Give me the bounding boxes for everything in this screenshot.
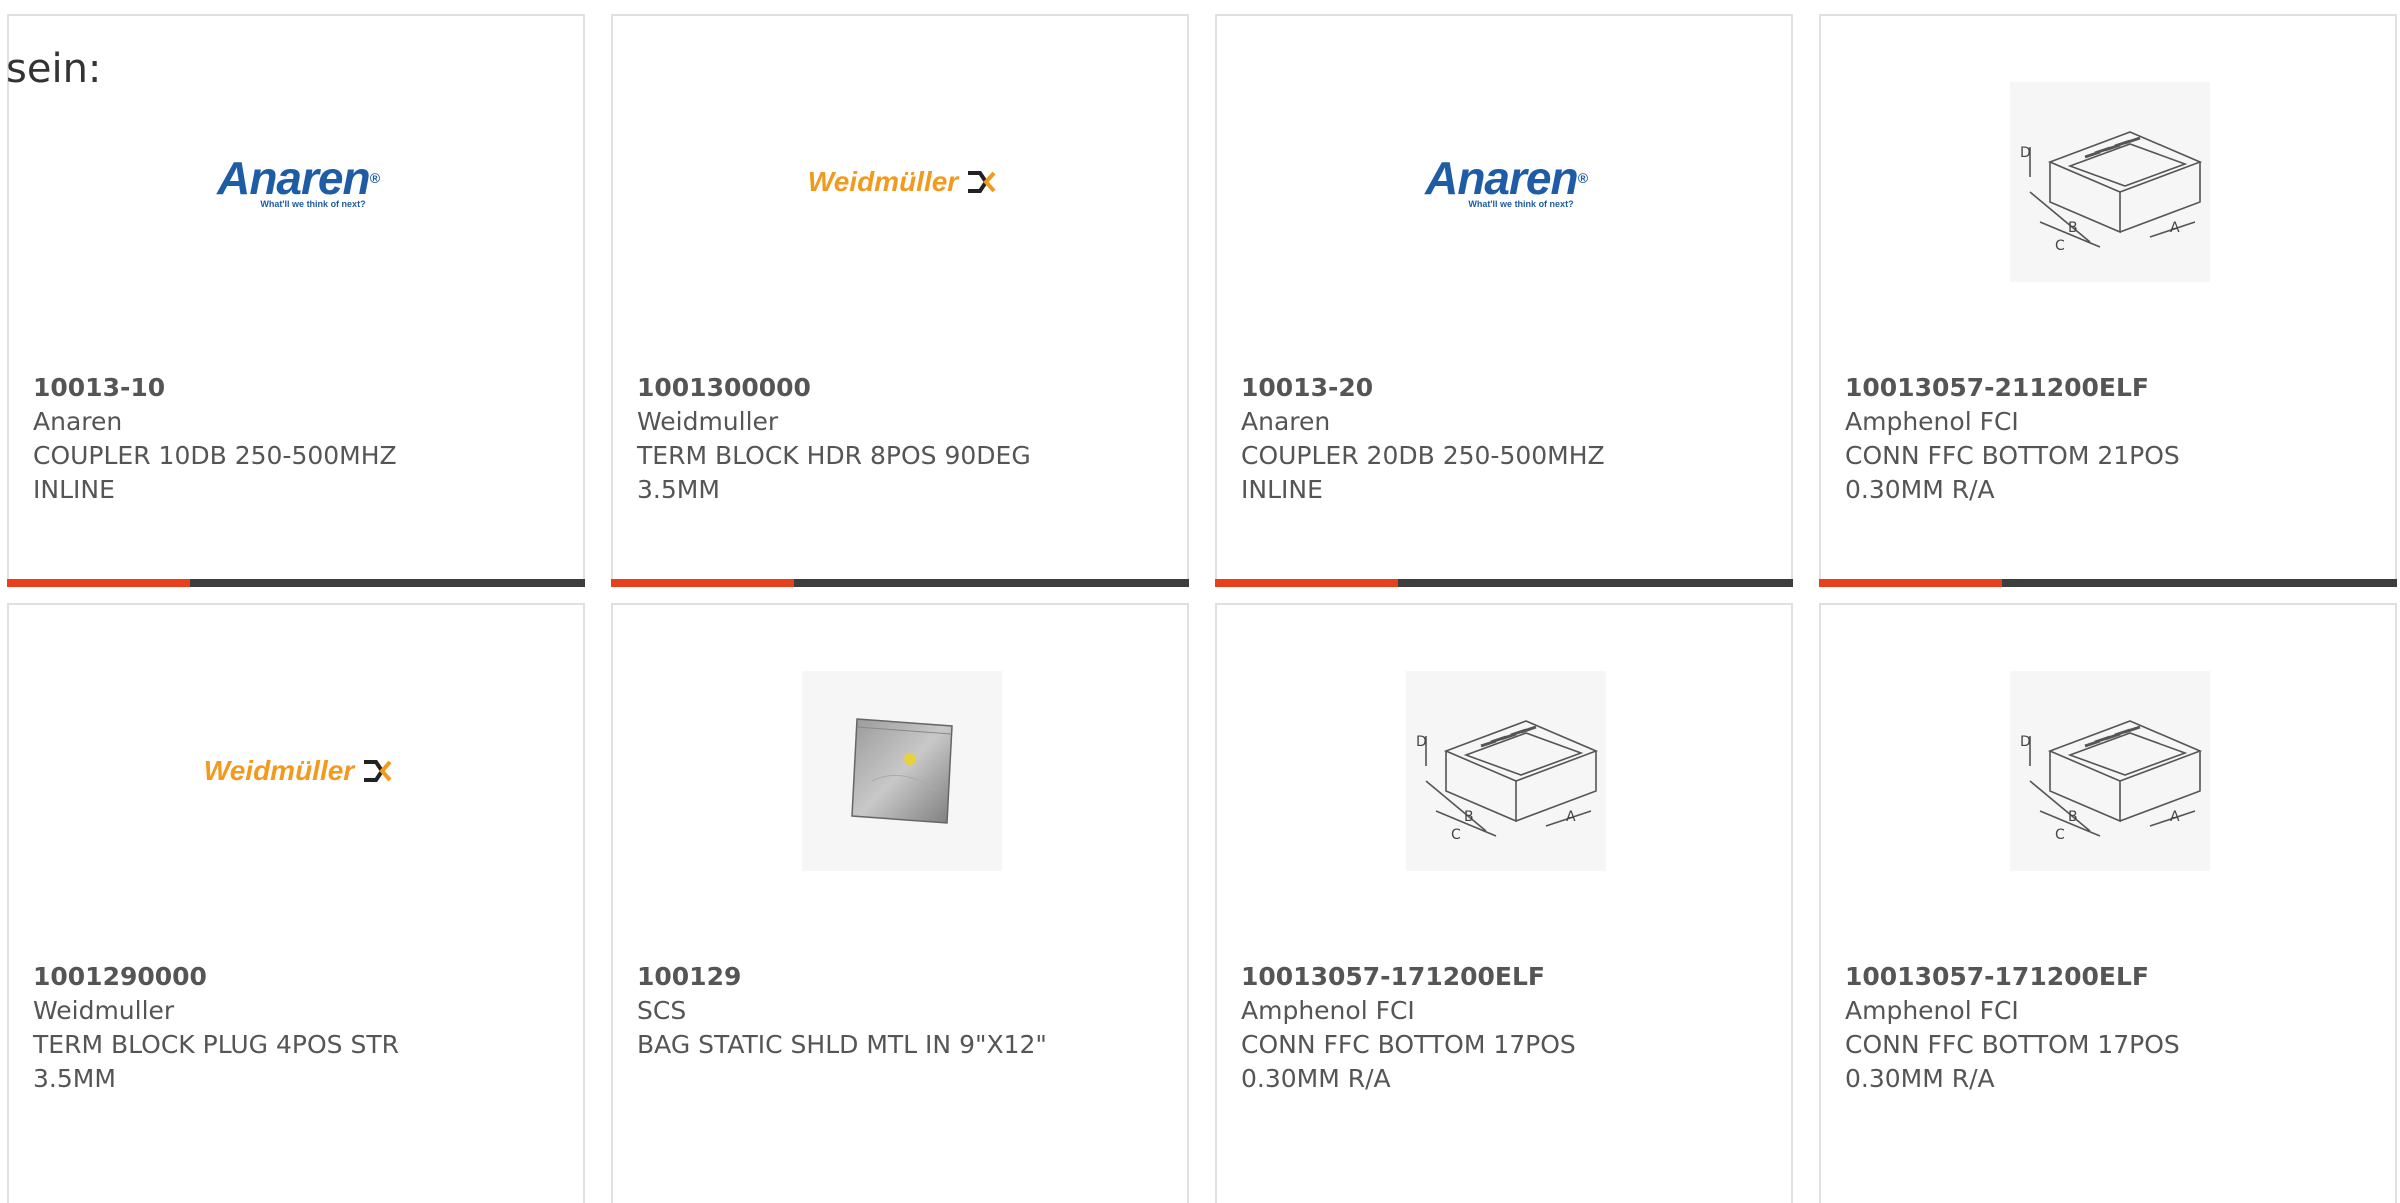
- description-line: COUPLER 20DB 250-500MHZ: [1241, 441, 1605, 470]
- manufacturer: Anaren: [1241, 407, 1331, 436]
- svg-text:B: B: [2068, 220, 2078, 236]
- product-card[interactable]: D B C A 10013057-211200ELF Amphenol FCI …: [1819, 14, 2397, 587]
- ffc-connector-drawing: D B C A: [2020, 131, 2203, 254]
- svg-text:A: A: [1566, 809, 1576, 825]
- manufacturer: SCS: [637, 996, 687, 1025]
- product-card[interactable]: D B C A 10013057-171200ELF Amphenol FCI …: [1819, 603, 2397, 1203]
- manufacturer: Weidmuller: [637, 407, 779, 436]
- card-bar-accent: [1819, 579, 2002, 587]
- product-card[interactable]: Anaren® What'll we think of next? 10013-…: [1215, 14, 1793, 587]
- manufacturer: Amphenol FCI: [1845, 996, 2019, 1025]
- part-number[interactable]: 1001300000: [637, 371, 1031, 405]
- product-card[interactable]: Weidmüller 1001290000 Weidmuller TERM BL…: [7, 603, 585, 1203]
- product-image[interactable]: D B C A: [2010, 671, 2210, 871]
- card-bar: [1215, 579, 1793, 587]
- description-line: COUPLER 10DB 250-500MHZ: [33, 441, 397, 470]
- product-image[interactable]: [802, 671, 1002, 871]
- card-bar: [1819, 579, 2397, 587]
- ffc-connector-drawing: D B C A: [1416, 720, 1599, 843]
- product-card[interactable]: Anaren® What'll we think of next? 10013-…: [7, 14, 585, 587]
- manufacturer: Weidmuller: [33, 996, 175, 1025]
- svg-text:D: D: [2020, 734, 2031, 750]
- part-number[interactable]: 100129: [637, 960, 1047, 994]
- description-line: CONN FFC BOTTOM 17POS: [1845, 1030, 2180, 1059]
- part-number[interactable]: 10013-10: [33, 371, 397, 405]
- part-number[interactable]: 10013057-171200ELF: [1241, 960, 1576, 994]
- part-number[interactable]: 10013-20: [1241, 371, 1605, 405]
- ffc-connector-drawing: D B C A: [2020, 720, 2203, 843]
- product-image[interactable]: Weidmüller: [198, 671, 398, 871]
- weidmuller-logo: Weidmüller: [808, 166, 996, 198]
- description-line: 3.5MM: [637, 475, 720, 504]
- description-line: 3.5MM: [33, 1064, 116, 1093]
- anaren-logo: Anaren® What'll we think of next?: [1425, 152, 1588, 209]
- card-bar: [611, 579, 1189, 587]
- description-line: TERM BLOCK HDR 8POS 90DEG: [637, 441, 1031, 470]
- product-card[interactable]: 100129 SCS BAG STATIC SHLD MTL IN 9"X12": [611, 603, 1189, 1203]
- description-line: INLINE: [33, 475, 115, 504]
- description-line: 0.30MM R/A: [1845, 475, 1995, 504]
- description-line: CONN FFC BOTTOM 21POS: [1845, 441, 2180, 470]
- manufacturer: Amphenol FCI: [1241, 996, 1415, 1025]
- svg-text:C: C: [2055, 238, 2065, 254]
- static-bag-photo: [851, 718, 953, 824]
- svg-text:C: C: [2055, 827, 2065, 843]
- svg-text:B: B: [1464, 809, 1474, 825]
- svg-text:D: D: [2020, 145, 2031, 161]
- weidmuller-mark-icon: [968, 171, 996, 193]
- product-image[interactable]: Anaren® What'll we think of next?: [1406, 82, 1606, 282]
- part-number[interactable]: 10013057-171200ELF: [1845, 960, 2180, 994]
- card-bar: [7, 579, 585, 587]
- description-line: BAG STATIC SHLD MTL IN 9"X12": [637, 1030, 1047, 1059]
- description-line: INLINE: [1241, 475, 1323, 504]
- weidmuller-mark-icon: [364, 760, 392, 782]
- svg-text:A: A: [2170, 220, 2180, 236]
- svg-text:D: D: [1416, 734, 1427, 750]
- product-image[interactable]: Weidmüller: [802, 82, 1002, 282]
- card-bar-accent: [7, 579, 190, 587]
- svg-text:A: A: [2170, 809, 2180, 825]
- product-card[interactable]: Weidmüller 1001300000 Weidmuller TERM BL…: [611, 14, 1189, 587]
- description-line: 0.30MM R/A: [1241, 1064, 1391, 1093]
- manufacturer: Amphenol FCI: [1845, 407, 2019, 436]
- weidmuller-logo: Weidmüller: [204, 755, 392, 787]
- part-number[interactable]: 10013057-211200ELF: [1845, 371, 2180, 405]
- svg-text:C: C: [1451, 827, 1461, 843]
- product-image[interactable]: D B C A: [2010, 82, 2210, 282]
- product-image[interactable]: D B C A: [1406, 671, 1606, 871]
- manufacturer: Anaren: [33, 407, 123, 436]
- card-bar-accent: [1215, 579, 1398, 587]
- description-line: 0.30MM R/A: [1845, 1064, 1995, 1093]
- anaren-logo: Anaren® What'll we think of next?: [217, 152, 380, 209]
- svg-text:B: B: [2068, 809, 2078, 825]
- intro-text: sein:: [6, 46, 102, 92]
- product-card[interactable]: D B C A 10013057-171200ELF Amphenol FCI …: [1215, 603, 1793, 1203]
- card-bar-accent: [611, 579, 794, 587]
- part-number[interactable]: 1001290000: [33, 960, 399, 994]
- product-image[interactable]: Anaren® What'll we think of next?: [198, 82, 398, 282]
- description-line: TERM BLOCK PLUG 4POS STR: [33, 1030, 399, 1059]
- description-line: CONN FFC BOTTOM 17POS: [1241, 1030, 1576, 1059]
